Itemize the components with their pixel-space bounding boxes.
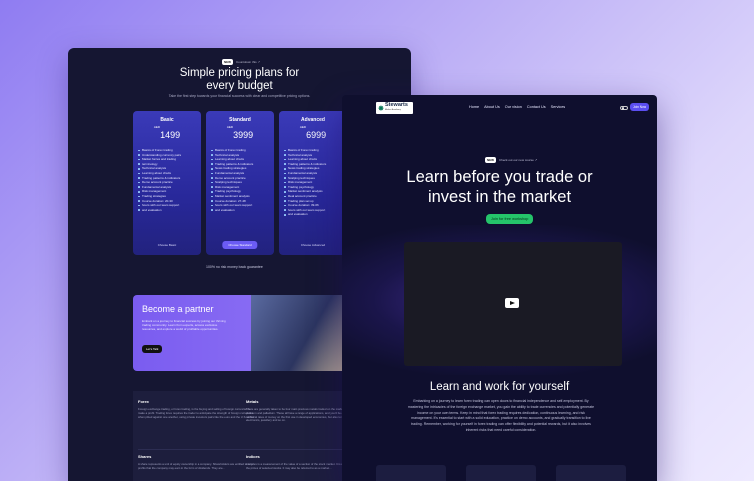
pricing-subtitle: Take the first step towards your financi…: [168, 94, 311, 98]
announcement-badge[interactable]: NEW Countdown this ↗: [222, 59, 260, 65]
free-workshop-button[interactable]: Join for free workshop: [486, 214, 534, 224]
choose-basic-button[interactable]: Choose Basic: [152, 241, 183, 249]
pricing-title: Simple pricing plans for every budget: [179, 67, 300, 92]
plan-price: AED3999: [226, 125, 254, 140]
plan-features: Basics of Forex trading Understanding cur…: [138, 148, 196, 212]
plan-price: AED1499: [153, 125, 181, 140]
plan-price: AED6999: [299, 125, 327, 140]
work-section-title: Learn and work for yourself: [429, 381, 570, 393]
market-forex: Forex Foreign exchange trading, or forex…: [138, 399, 255, 419]
partner-title: Become a partner: [142, 304, 214, 314]
logo-emblem-icon: ✸: [377, 103, 385, 113]
new-course-badge[interactable]: NEW Check out our new course ↗: [485, 157, 537, 163]
feature-card: [466, 465, 536, 481]
plan-name: Basic: [160, 117, 174, 123]
theme-toggle[interactable]: [620, 106, 628, 110]
badge-text: Countdown this ↗: [236, 60, 261, 64]
badge-pill: NEW: [222, 59, 233, 65]
badge-text: Check out our new course ↗: [499, 158, 538, 162]
video-player[interactable]: [404, 242, 622, 366]
nav-contact-us[interactable]: Contact Us: [527, 105, 546, 109]
nav-home[interactable]: Home: [469, 105, 479, 109]
choose-standard-button[interactable]: Choose Standard: [222, 241, 258, 249]
play-icon[interactable]: [505, 298, 519, 308]
plan-name: Standard: [229, 117, 251, 123]
nav-services[interactable]: Services: [551, 105, 566, 109]
plan-card-standard: Standard AED3999 Basics of Forex trading…: [206, 111, 274, 255]
home-page-window: ✸ Stewarts Market Academy Home About Us O…: [342, 95, 657, 481]
brand-tag: Market Academy: [385, 109, 401, 111]
nav-links: Home About Us Our vision Contact Us Serv…: [469, 105, 565, 109]
lets-talk-button[interactable]: Let's Talk: [142, 345, 163, 353]
brand-logo[interactable]: ✸ Stewarts Market Academy: [376, 102, 413, 114]
plan-features: Basics of Forex trading Technical analysi…: [211, 148, 269, 212]
hero-title: Learn before you trade or invest in the …: [406, 168, 593, 206]
work-section-text: Embarking on a journey to learn forex tr…: [407, 399, 595, 432]
partner-text: Embark on a journey to financial success…: [142, 319, 226, 331]
nav-about-us[interactable]: About Us: [484, 105, 500, 109]
plan-card-basic: Basic AED1499 Basics of Forex trading Und…: [133, 111, 201, 255]
feature-card: [556, 465, 626, 481]
market-shares: Shares A share represents a unit of equi…: [138, 449, 256, 471]
plan-card-advanced: Advanced AED6999 Basics of Forex trading…: [279, 111, 347, 255]
guarantee-text: 100% no risk money back guarantee: [206, 265, 263, 269]
top-navigation: ✸ Stewarts Market Academy Home About Us O…: [342, 95, 657, 121]
feature-card: [376, 465, 446, 481]
join-now-button[interactable]: Join Now: [630, 103, 650, 111]
nav-our-vision[interactable]: Our vision: [505, 105, 522, 109]
choose-advanced-button[interactable]: Choose Advanced: [295, 241, 331, 249]
badge-pill: NEW: [485, 157, 496, 163]
plan-name: Advanced: [301, 117, 325, 123]
plan-features: Basics of Forex trading Technical analysi…: [284, 148, 342, 217]
